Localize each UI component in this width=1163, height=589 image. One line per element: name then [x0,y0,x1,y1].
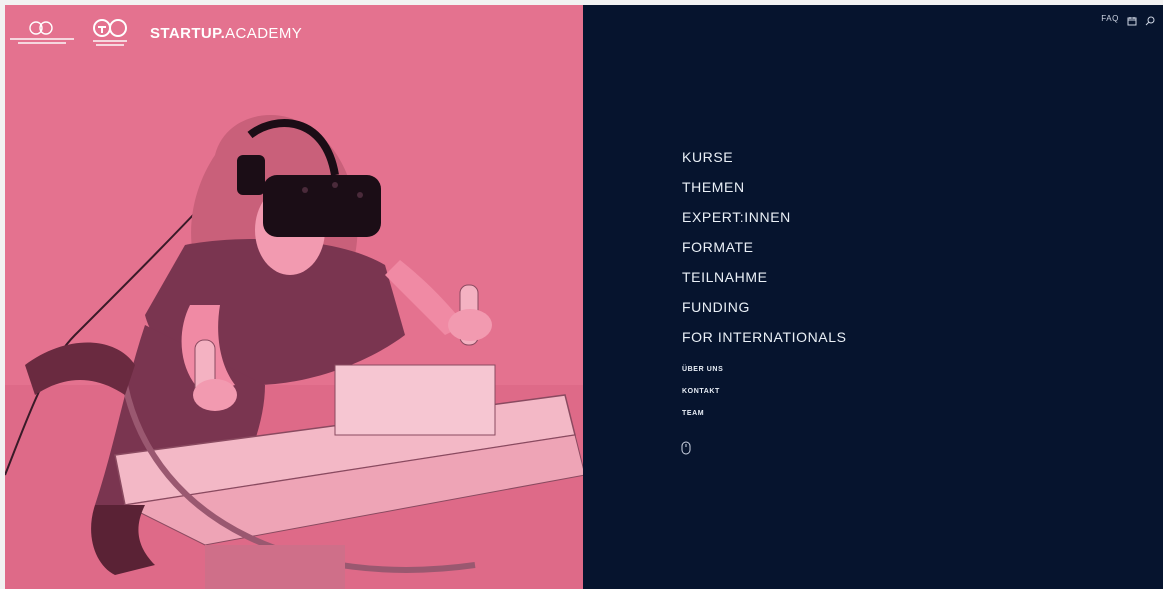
menu-item-for-internationals[interactable]: FOR INTERNATIONALS [682,327,847,357]
menu-item-team[interactable]: TEAM [682,408,723,430]
main-menu: KURSE THEMEN EXPERT:INNEN FORMATE TEILNA… [682,147,847,357]
calendar-icon[interactable] [1127,13,1137,26]
header-logos: STARTUP.ACADEMY [8,18,302,48]
partner-logo[interactable] [90,18,130,48]
top-utility-bar: FAQ [1101,13,1155,26]
brand-regular: ACADEMY [225,24,303,42]
menu-item-themen[interactable]: THEMEN [682,177,847,207]
menu-item-ueber-uns[interactable]: ÜBER UNS [682,364,723,386]
hero-image [5,5,583,589]
university-logo[interactable] [8,20,76,46]
faq-link[interactable]: FAQ [1101,14,1119,23]
secondary-menu: ÜBER UNS KONTAKT TEAM [682,364,723,430]
mouse-scroll-icon[interactable] [681,441,691,455]
hero-illustration [5,5,583,589]
university-seal-icon [10,21,74,44]
menu-item-funding[interactable]: FUNDING [682,297,847,327]
brand-bold: STARTUP. [150,24,226,42]
page: STARTUP.ACADEMY FAQ KURSE THEMEN EXPERT:… [0,0,1163,589]
navigation-panel: FAQ KURSE THEMEN EXPERT:INNEN FORMATE TE… [583,5,1163,589]
menu-item-teilnahme[interactable]: TEILNAHME [682,267,847,297]
tg-logo-icon [93,19,127,46]
menu-item-expertinnen[interactable]: EXPERT:INNEN [682,207,847,237]
search-icon[interactable] [1145,13,1155,26]
menu-item-kontakt[interactable]: KONTAKT [682,386,723,408]
menu-item-formate[interactable]: FORMATE [682,237,847,267]
brand-wordmark[interactable]: STARTUP.ACADEMY [150,25,302,42]
menu-item-kurse[interactable]: KURSE [682,147,847,177]
